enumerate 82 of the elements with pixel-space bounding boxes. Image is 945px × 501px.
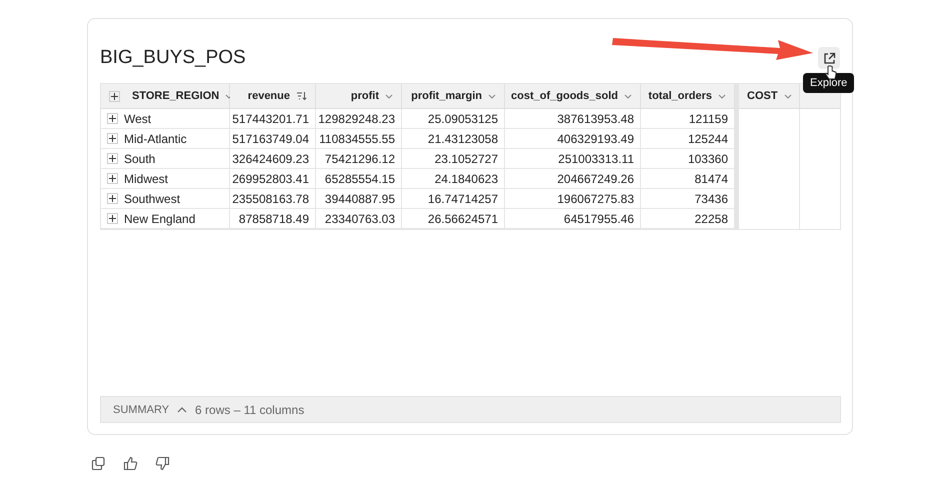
table-cell: 204667249.26: [557, 172, 634, 186]
table-cell: 26.56624571: [428, 212, 498, 226]
expand-row-button[interactable]: [107, 193, 118, 204]
column-label: STORE_REGION: [132, 90, 220, 102]
table-cell: 23340763.03: [324, 212, 395, 226]
plus-icon: [109, 135, 116, 142]
column-label: revenue: [248, 90, 290, 102]
chevron-up-icon[interactable]: [177, 406, 188, 412]
table-cell: Midwest: [124, 172, 168, 186]
table-cell: 196067275.83: [557, 192, 634, 206]
expand-row-button[interactable]: [107, 153, 118, 164]
column-label: total_orders: [648, 90, 712, 102]
expand-row-button[interactable]: [107, 133, 118, 144]
external-link-icon: [822, 52, 836, 64]
column-label: profit: [350, 90, 379, 102]
plus-icon: [109, 175, 116, 182]
table-cell: 517443201.71: [232, 112, 309, 126]
table-cell: 110834555.55: [319, 132, 395, 146]
copy-button[interactable]: [91, 456, 106, 471]
thumbs-down-icon: [155, 456, 170, 471]
table-cell: 251003313.11: [558, 152, 634, 166]
table-cell: New England: [124, 212, 196, 226]
table-cell: 81474: [694, 172, 728, 186]
plus-icon: [111, 92, 118, 100]
table-cell: 23.1052727: [434, 152, 498, 166]
chevron-down-icon: [624, 94, 632, 98]
column-header[interactable]: cost_of_goods_sold: [505, 84, 641, 109]
column-header[interactable]: profit_margin: [402, 84, 505, 109]
expand-all-button[interactable]: [109, 90, 120, 102]
column-label: cost_of_goods_sold: [511, 90, 618, 102]
summary-text: 6 rows – 11 columns: [195, 402, 304, 416]
table-title: BIG_BUYS_POS: [100, 47, 246, 69]
table-cell: 125244: [688, 132, 728, 146]
column-header[interactable]: total_orders: [641, 84, 735, 109]
thumbs-up-icon: [123, 456, 138, 471]
explore-button[interactable]: [818, 47, 840, 69]
column-header[interactable]: COST: [739, 84, 800, 109]
column-header[interactable]: revenue: [230, 84, 316, 109]
column-label: COST: [747, 90, 778, 102]
copy-icon: [91, 456, 106, 471]
table-cell: 64517955.46: [564, 212, 634, 226]
table-cell: 87858718.49: [238, 212, 309, 226]
table-cell: 235508163.78: [232, 192, 309, 206]
column-label: profit_margin: [411, 90, 482, 102]
table-cell: 129829248.23: [318, 112, 395, 126]
plus-icon: [109, 115, 116, 122]
table-cell: West: [124, 112, 152, 126]
table-cell: 16.74714257: [428, 192, 498, 206]
table-cell: 65285554.15: [324, 172, 395, 186]
thumbs-up-button[interactable]: [123, 456, 138, 471]
table-cell: South: [124, 152, 156, 166]
plus-icon: [109, 195, 116, 202]
chevron-down-icon: [784, 94, 792, 98]
expand-row-button[interactable]: [107, 173, 118, 184]
table-cell: 22258: [694, 212, 728, 226]
chevron-down-icon: [385, 94, 393, 98]
table-cell: 269952803.41: [232, 172, 309, 186]
table-cell: 517163749.04: [232, 132, 309, 146]
column-header[interactable]: STORE_REGION: [101, 84, 230, 109]
table-cell: 21.43123058: [428, 132, 498, 146]
expand-row-button[interactable]: [107, 213, 118, 224]
table-cell: 121159: [688, 112, 728, 126]
table-cell: Southwest: [124, 192, 180, 206]
table-cell: 103360: [688, 152, 728, 166]
table-cell: 326424609.23: [232, 152, 309, 166]
table-cell: 73436: [694, 192, 728, 206]
table-cell: 75421296.12: [324, 152, 395, 166]
plus-icon: [109, 215, 116, 222]
table-cell: 25.09053125: [428, 112, 498, 126]
table-cell: Mid-Atlantic: [124, 132, 187, 146]
thumbs-down-button[interactable]: [155, 456, 170, 471]
table-cell: 24.1840623: [434, 172, 498, 186]
summary-label: SUMMARY: [113, 404, 170, 416]
table-cell: 406329193.49: [557, 132, 634, 146]
table-cell: 387613953.48: [557, 112, 634, 126]
tooltip: Explore: [803, 73, 854, 93]
column-header[interactable]: profit: [316, 84, 402, 109]
table-cell: 39440887.95: [324, 192, 395, 206]
chevron-down-icon: [488, 94, 496, 98]
expand-row-button[interactable]: [107, 113, 118, 124]
plus-icon: [109, 155, 116, 162]
chevron-down-icon: [718, 94, 726, 98]
